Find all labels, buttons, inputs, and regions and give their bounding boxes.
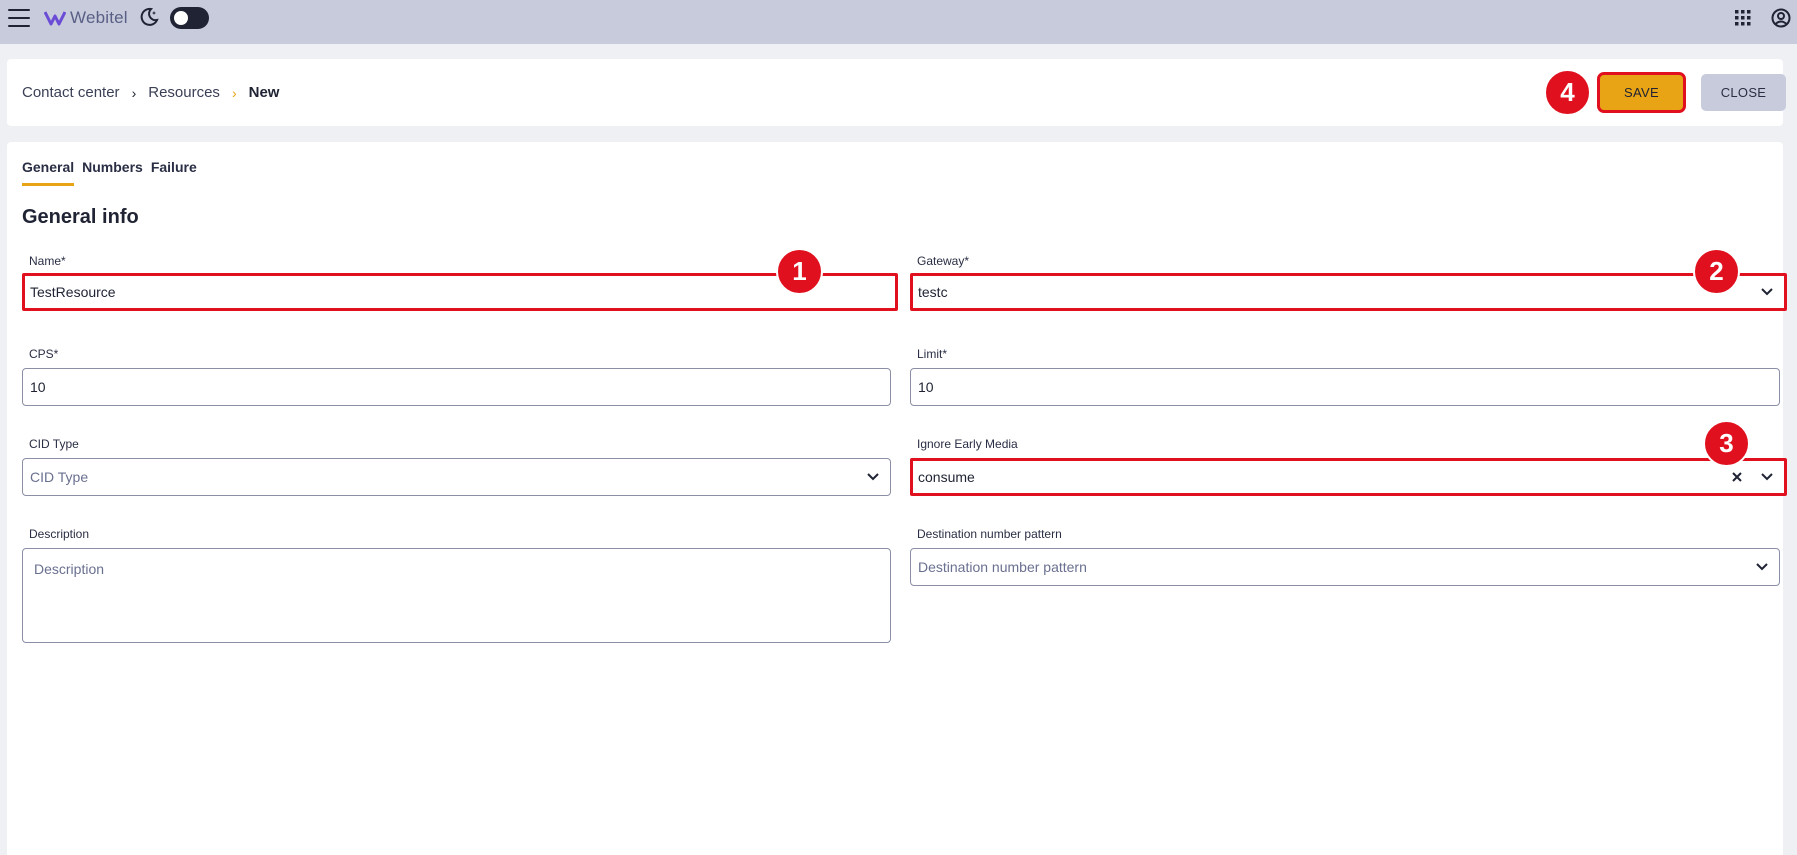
breadcrumb-resources[interactable]: Resources	[148, 84, 220, 101]
cps-field[interactable]: 10	[22, 368, 891, 406]
limit-value: 10	[918, 379, 934, 395]
limit-field[interactable]: 10	[910, 368, 1780, 406]
header-card: Contact center › Resources › New SAVE CL…	[7, 59, 1786, 126]
cps-label: CPS*	[29, 347, 59, 361]
save-button[interactable]: SAVE	[1597, 72, 1686, 113]
destination-pattern-select[interactable]: Destination number pattern	[910, 548, 1780, 586]
annotation-badge-1: 1	[776, 248, 823, 295]
account-icon[interactable]	[1771, 8, 1791, 28]
cid-type-label: CID Type	[29, 437, 79, 451]
description-placeholder: Description	[34, 561, 105, 577]
theme-toggle[interactable]	[170, 7, 209, 29]
name-value: TestResource	[30, 284, 116, 300]
logo-text: Webitel	[70, 8, 128, 27]
chevron-down-icon[interactable]	[1760, 286, 1774, 298]
webitel-logo-icon	[44, 11, 66, 26]
chevron-down-icon[interactable]	[1760, 471, 1774, 483]
apps-grid-icon[interactable]	[1735, 10, 1751, 26]
tab-failure[interactable]: Failure	[151, 159, 197, 186]
annotation-badge-3: 3	[1703, 420, 1750, 467]
moon-icon	[140, 7, 159, 26]
description-label: Description	[29, 527, 90, 541]
tabs: General Numbers Failure	[22, 159, 197, 186]
close-button[interactable]: CLOSE	[1701, 74, 1786, 111]
cid-type-placeholder: CID Type	[30, 469, 89, 485]
section-title: General info	[22, 206, 139, 228]
cid-type-select[interactable]: CID Type	[22, 458, 891, 496]
chevron-down-icon[interactable]	[866, 471, 880, 483]
gateway-select[interactable]: testc	[910, 273, 1787, 311]
tab-numbers[interactable]: Numbers	[82, 159, 143, 186]
chevron-down-icon[interactable]	[1755, 561, 1769, 573]
logo[interactable]: Webitel	[44, 6, 128, 30]
destination-pattern-placeholder: Destination number pattern	[918, 559, 1087, 575]
breadcrumb-current: New	[248, 84, 280, 101]
ignore-early-media-value: consume	[918, 469, 975, 485]
close-icon[interactable]	[1730, 470, 1744, 484]
chevron-right-icon: ›	[231, 84, 237, 101]
main-card: General Numbers Failure General info Nam…	[7, 142, 1787, 855]
chevron-right-icon: ›	[131, 84, 137, 101]
ignore-early-media-select[interactable]: consume	[910, 458, 1787, 496]
name-field[interactable]: TestResource	[22, 273, 898, 311]
description-textarea[interactable]: Description	[22, 548, 891, 643]
destination-pattern-label: Destination number pattern	[917, 527, 1062, 541]
annotation-badge-4: 4	[1544, 69, 1591, 116]
menu-icon[interactable]	[8, 9, 30, 27]
breadcrumb: Contact center › Resources › New	[22, 59, 279, 126]
cps-value: 10	[30, 379, 46, 395]
top-bar: Webitel	[0, 0, 1797, 44]
tab-general[interactable]: General	[22, 159, 75, 186]
ignore-early-media-label: Ignore Early Media	[917, 437, 1018, 451]
breadcrumb-contact-center[interactable]: Contact center	[22, 84, 120, 101]
gateway-value: testc	[918, 284, 948, 300]
limit-label: Limit*	[917, 347, 948, 361]
name-label: Name*	[29, 254, 66, 268]
gateway-label: Gateway*	[917, 254, 970, 268]
annotation-badge-2: 2	[1693, 248, 1740, 295]
